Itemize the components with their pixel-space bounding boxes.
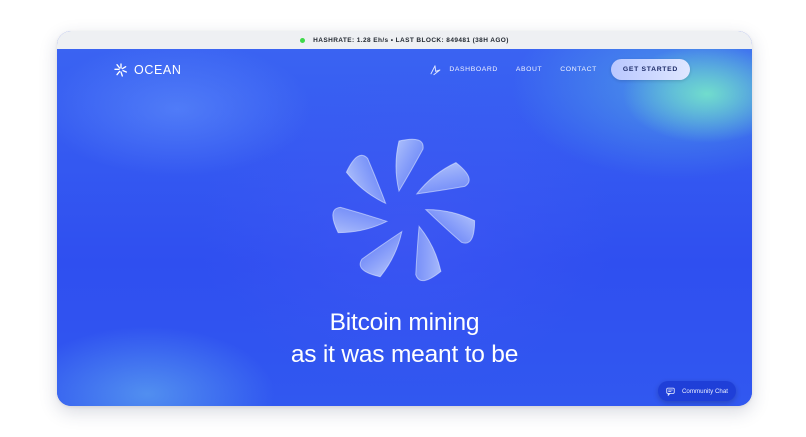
network-status-text: HASHRATE: 1.28 Eh/s • LAST BLOCK: 849481… bbox=[313, 36, 509, 44]
nav-contact-link[interactable]: CONTACT bbox=[560, 66, 597, 73]
nav-about-link[interactable]: ABOUT bbox=[516, 66, 542, 73]
ocean-flower-emblem-icon bbox=[332, 138, 476, 282]
status-indicator-dot bbox=[300, 37, 306, 43]
nav-dashboard-link[interactable]: DASHBOARD bbox=[449, 66, 497, 73]
hero-headline: Bitcoin mining as it was meant to be bbox=[57, 307, 752, 371]
hero-headline-line-2: as it was meant to be bbox=[290, 341, 519, 368]
community-chat-button[interactable]: Community Chat bbox=[658, 381, 736, 401]
browser-window: HASHRATE: 1.28 Eh/s • LAST BLOCK: 849481… bbox=[57, 31, 752, 406]
logo-text: OCEAN bbox=[134, 63, 182, 77]
get-started-button[interactable]: GET STARTED bbox=[610, 59, 690, 80]
hero-headline-line-1: Bitcoin mining bbox=[329, 309, 480, 336]
site-logo[interactable]: OCEAN bbox=[113, 62, 181, 78]
main-nav: DASHBOARD ABOUT CONTACT GET STARTED bbox=[428, 59, 690, 80]
hero-section: OCEAN DASHBOARD ABOUT CONTACT GET STARTE… bbox=[57, 49, 752, 406]
chat-bubble-icon bbox=[666, 387, 675, 396]
community-chat-label: Community Chat bbox=[681, 387, 729, 395]
sparkle-icon bbox=[430, 64, 441, 75]
ocean-flower-icon bbox=[114, 63, 127, 77]
network-status-bar: HASHRATE: 1.28 Eh/s • LAST BLOCK: 849481… bbox=[57, 31, 752, 49]
